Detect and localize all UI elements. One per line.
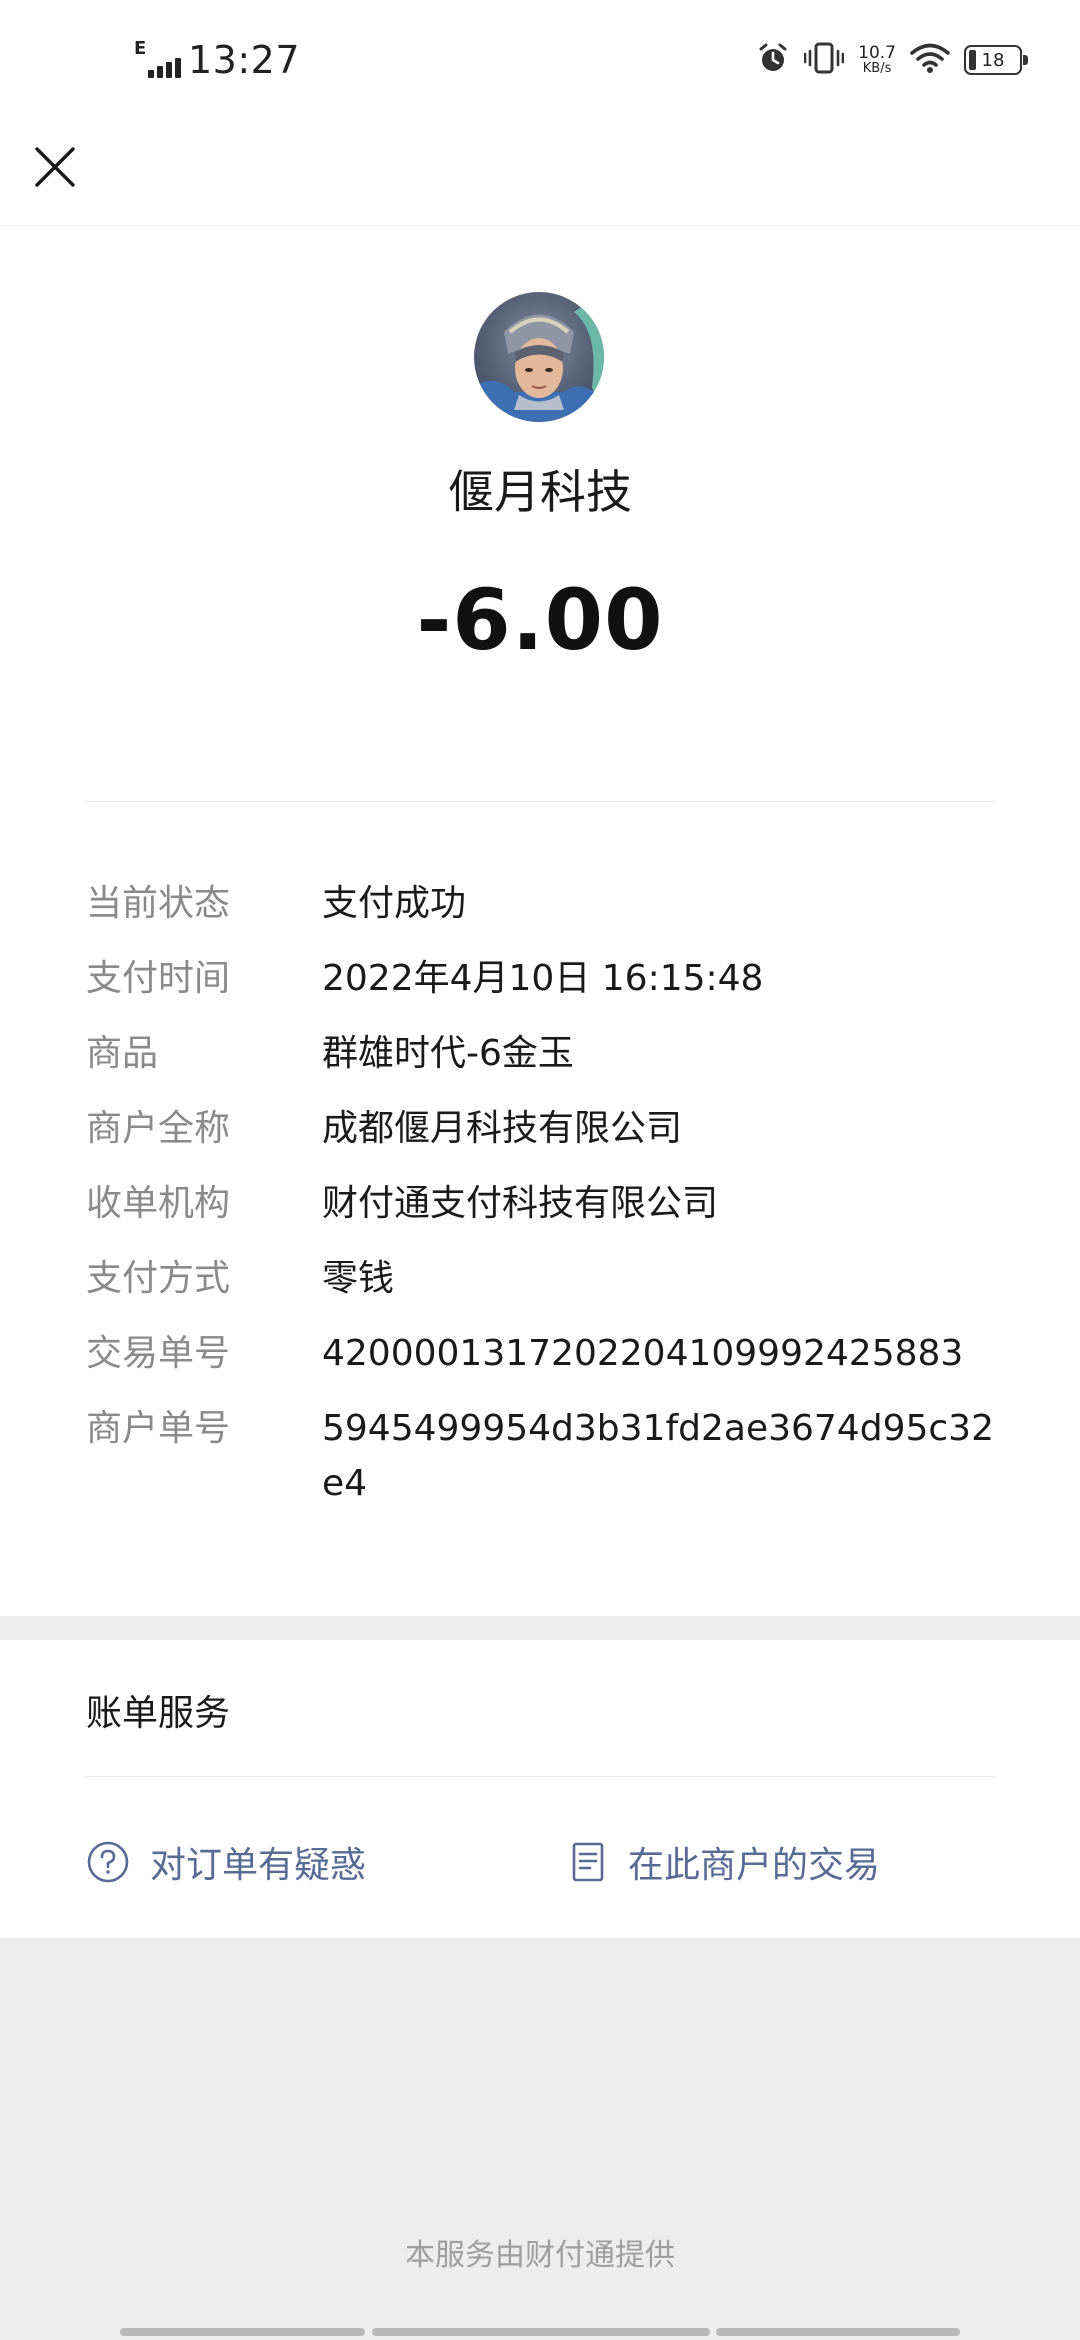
detail-value: 4200001317202204109992425883 xyxy=(322,1333,964,1374)
net-speed-value: 10.7 xyxy=(858,43,896,63)
bill-services-card: 账单服务 对订单有疑惑 在此商户的交易 xyxy=(0,1640,1080,1938)
battery-level: 18 xyxy=(981,49,1005,71)
order-question-link[interactable]: 对订单有疑惑 xyxy=(86,1836,366,1888)
detail-label: 商品 xyxy=(86,1033,159,1074)
divider xyxy=(86,1776,994,1777)
detail-label: 商户全称 xyxy=(86,1108,231,1149)
detail-label: 收单机构 xyxy=(86,1183,231,1224)
document-list-icon xyxy=(572,1842,604,1882)
detail-label: 支付时间 xyxy=(86,958,231,999)
divider xyxy=(86,801,994,802)
detail-row-acquirer: 收单机构 财付通支付科技有限公司 xyxy=(86,1166,1006,1241)
wifi-icon xyxy=(910,42,950,78)
detail-row-payment-method: 支付方式 零钱 xyxy=(86,1241,1006,1316)
detail-label: 支付方式 xyxy=(86,1258,231,1299)
detail-row-transaction-id: 交易单号 4200001317202204109992425883 xyxy=(86,1316,1006,1391)
vibrate-icon xyxy=(803,41,845,79)
detail-list: 当前状态 支付成功 支付时间 2022年4月10日 16:15:48 商品 群雄… xyxy=(86,866,1006,1511)
order-question-label: 对订单有疑惑 xyxy=(150,1845,367,1886)
close-button[interactable] xyxy=(22,134,88,200)
footer-provider-text: 本服务由财付通提供 xyxy=(405,2238,675,2273)
merchant-transactions-label: 在此商户的交易 xyxy=(628,1845,881,1886)
question-circle-icon xyxy=(87,1841,129,1883)
signal-icon: E xyxy=(132,38,182,82)
top-bar xyxy=(0,120,1080,226)
net-speed: 10.7 KB/s xyxy=(858,43,896,76)
transaction-amount: -6.00 xyxy=(416,571,664,669)
bill-detail-card: 偃月科技 -6.00 当前状态 支付成功 支付时间 2022年4月10日 16:… xyxy=(0,226,1080,1616)
detail-row-time: 支付时间 2022年4月10日 16:15:48 xyxy=(86,941,1006,1016)
status-left: E 13:27 xyxy=(132,30,300,90)
status-right: 10.7 KB/s 18 xyxy=(756,34,1028,86)
detail-row-merchant-order-id: 商户单号 5945499954d3b31fd2ae3674d95c32e4 xyxy=(86,1391,1006,1511)
net-speed-unit: KB/s xyxy=(862,61,892,76)
clock: 13:27 xyxy=(188,38,301,82)
alarm-icon xyxy=(756,41,790,79)
detail-row-status: 当前状态 支付成功 xyxy=(86,866,1006,941)
detail-label: 交易单号 xyxy=(86,1333,231,1374)
detail-value: 支付成功 xyxy=(322,883,467,924)
status-bar: E 13:27 10.7 KB/s 18 xyxy=(0,0,1080,120)
detail-value: 零钱 xyxy=(322,1258,395,1299)
detail-value: 5945499954d3b31fd2ae3674d95c32e4 xyxy=(322,1408,994,1504)
merchant-name: 偃月科技 xyxy=(448,465,632,519)
services-title: 账单服务 xyxy=(86,1693,231,1734)
section-gap xyxy=(0,1616,1080,1640)
detail-value: 成都偃月科技有限公司 xyxy=(322,1108,683,1149)
gesture-bar-center xyxy=(372,2328,710,2336)
battery-icon: 18 xyxy=(964,45,1028,75)
network-type: E xyxy=(134,38,147,59)
merchant-avatar xyxy=(474,292,604,422)
close-icon xyxy=(35,147,75,187)
merchant-transactions-link[interactable]: 在此商户的交易 xyxy=(568,1836,880,1888)
gesture-bar-left xyxy=(120,2328,365,2336)
detail-label: 当前状态 xyxy=(86,883,231,924)
detail-row-merchant-fullname: 商户全称 成都偃月科技有限公司 xyxy=(86,1091,1006,1166)
detail-value: 2022年4月10日 16:15:48 xyxy=(322,958,764,999)
detail-label: 商户单号 xyxy=(86,1408,231,1449)
detail-value: 财付通支付科技有限公司 xyxy=(322,1183,719,1224)
detail-row-product: 商品 群雄时代-6金玉 xyxy=(86,1016,1006,1091)
gesture-bar-right xyxy=(716,2328,960,2336)
detail-value: 群雄时代-6金玉 xyxy=(322,1033,574,1074)
